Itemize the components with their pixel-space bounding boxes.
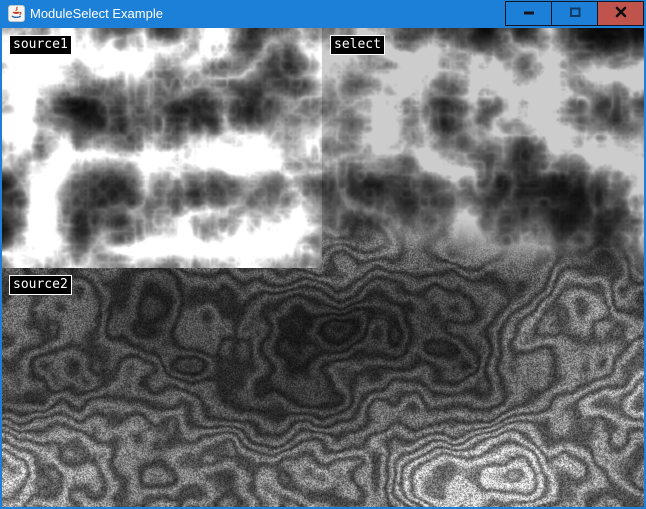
label-source2: source2 bbox=[9, 275, 72, 295]
close-icon bbox=[613, 4, 629, 23]
render-area: source1 select source2 bbox=[2, 28, 644, 507]
minimize-button[interactable] bbox=[505, 1, 552, 26]
app-window: ModuleSelect Example bbox=[0, 0, 646, 509]
label-source1: source1 bbox=[9, 35, 72, 55]
title-bar[interactable]: ModuleSelect Example bbox=[0, 0, 646, 28]
source2-noise-canvas bbox=[2, 268, 322, 507]
maximize-icon bbox=[567, 4, 583, 23]
close-button[interactable] bbox=[597, 1, 644, 26]
java-coffee-cup-icon bbox=[8, 5, 25, 22]
label-select: select bbox=[330, 35, 385, 55]
minimize-icon bbox=[521, 4, 537, 23]
window-title: ModuleSelect Example bbox=[30, 0, 163, 27]
maximize-button[interactable] bbox=[551, 1, 598, 26]
source1-noise-canvas bbox=[2, 28, 322, 268]
window-controls bbox=[505, 1, 644, 26]
